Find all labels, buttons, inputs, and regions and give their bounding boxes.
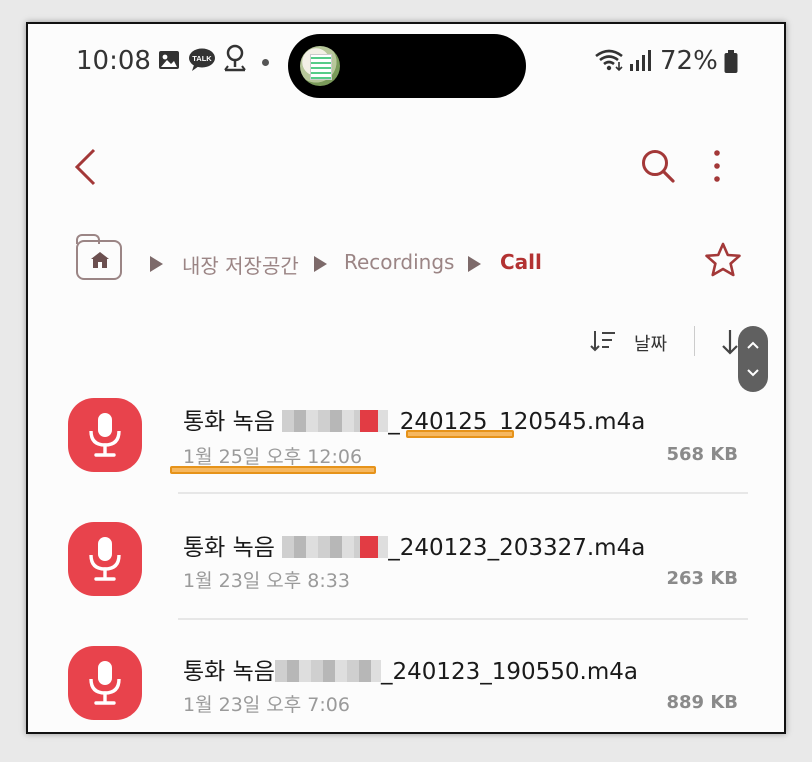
file-name-suffix: _240123_190550.m4a	[380, 659, 638, 685]
status-time: 10:08	[76, 46, 151, 76]
file-name-prefix: 통화 녹음	[183, 659, 275, 685]
file-size: 568 KB	[666, 444, 738, 465]
file-date: 1월 25일 오후 12:06	[183, 446, 363, 468]
signal-icon	[628, 50, 654, 76]
wifi-icon	[594, 48, 624, 76]
media-thumbnail	[300, 46, 340, 86]
breadcrumb-item-call[interactable]: Call	[500, 250, 542, 274]
battery-icon	[724, 50, 738, 78]
file-name-suffix: _240123_203327.m4a	[388, 535, 646, 561]
redacted-text	[282, 536, 389, 558]
home-folder-icon[interactable]	[76, 234, 122, 280]
list-item[interactable]: 통화 녹음 _240125_120545.m4a 1월 25일 오후 12:06…	[28, 384, 784, 508]
voice-recorder-icon	[68, 398, 142, 472]
talk-icon: TALK	[188, 48, 216, 76]
breadcrumb-item-internal-storage[interactable]: 내장 저장공간	[182, 250, 299, 279]
battery-percent: 72%	[660, 46, 718, 76]
divider	[178, 492, 748, 494]
voice-recorder-icon	[68, 522, 142, 596]
voice-recorder-icon	[68, 646, 142, 720]
notification-dot	[262, 59, 269, 66]
search-icon[interactable]	[640, 148, 676, 188]
more-vertical-icon[interactable]	[712, 148, 722, 188]
breadcrumb-separator-icon	[468, 256, 481, 272]
sort-icon[interactable]	[590, 329, 616, 357]
favorite-star-icon[interactable]	[704, 242, 742, 282]
status-bar: 10:08 TALK 72%	[28, 24, 784, 104]
breadcrumb-separator-icon	[314, 256, 327, 272]
list-item[interactable]: 통화 녹음 _240123_190550.m4a 1월 23일 오후 7:06 8…	[28, 632, 784, 732]
file-name-prefix: 통화 녹음	[183, 535, 275, 561]
file-date: 1월 23일 오후 8:33	[183, 570, 350, 592]
fast-scroll-handle[interactable]	[738, 326, 768, 392]
file-date: 1월 23일 오후 7:06	[183, 694, 350, 716]
location-icon	[222, 44, 248, 78]
breadcrumb-separator-icon	[150, 256, 163, 272]
highlight-underline	[406, 430, 514, 438]
phone-screen: 10:08 TALK 72% 내장 저장공간 Recordings Call 날…	[26, 22, 786, 734]
sort-label[interactable]: 날짜	[634, 330, 667, 356]
highlight-underline	[170, 466, 376, 474]
redacted-text	[274, 660, 381, 682]
sort-divider	[694, 326, 695, 356]
sort-direction-arrow-icon[interactable]	[720, 328, 740, 360]
list-item[interactable]: 통화 녹음 _240123_203327.m4a 1월 23일 오후 8:33 …	[28, 508, 784, 632]
file-size: 889 KB	[666, 692, 738, 713]
file-name: 통화 녹음 _240123_190550.m4a	[183, 652, 638, 686]
svg-text:TALK: TALK	[192, 54, 212, 63]
file-size: 263 KB	[666, 568, 738, 589]
divider	[178, 618, 748, 620]
redacted-text	[282, 410, 389, 432]
breadcrumb-item-recordings[interactable]: Recordings	[344, 250, 454, 274]
gallery-icon	[158, 49, 180, 75]
dynamic-island	[288, 34, 526, 98]
file-name: 통화 녹음 _240123_203327.m4a	[183, 528, 645, 562]
back-chevron-icon[interactable]	[72, 148, 98, 190]
file-name-prefix: 통화 녹음	[183, 409, 275, 435]
